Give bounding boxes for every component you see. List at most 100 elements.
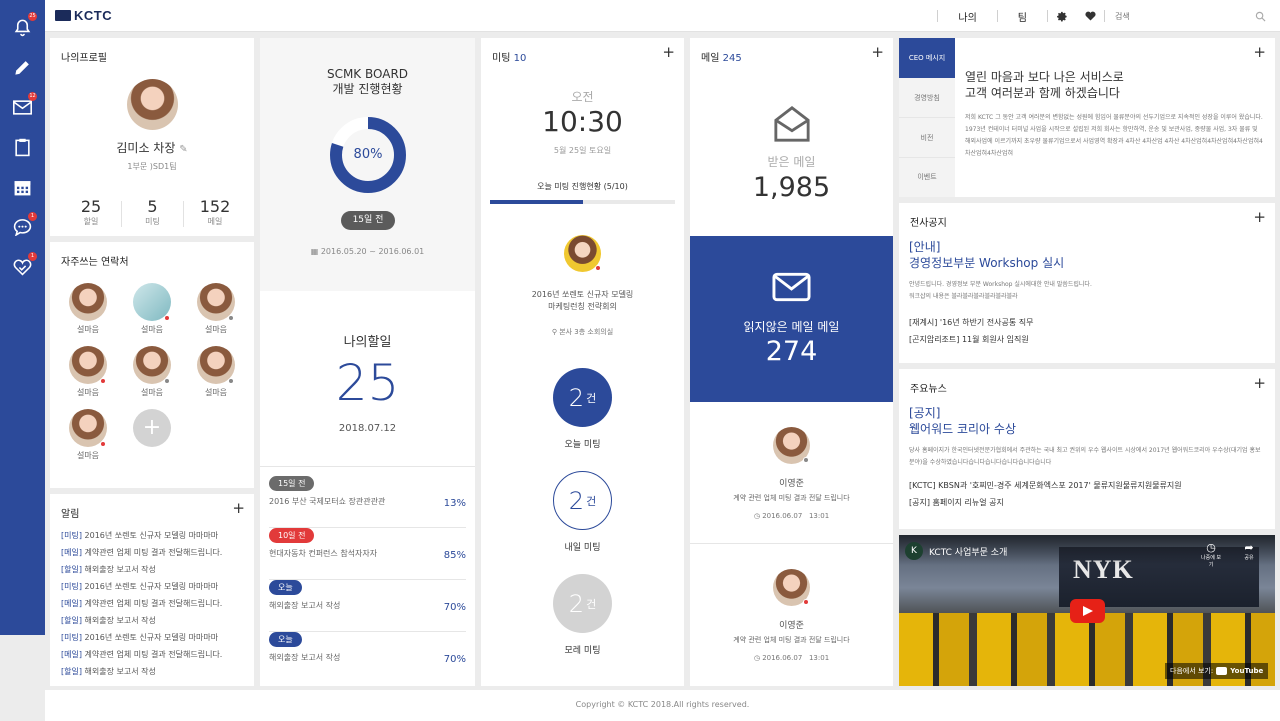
logo-text: KCTC [74, 8, 113, 23]
alerts-add-button[interactable]: + [232, 501, 245, 516]
search-icon[interactable] [1255, 7, 1266, 26]
search-input[interactable] [1115, 11, 1255, 21]
news-headline[interactable]: [공지] 웹어워드 코리아 수상 [909, 405, 1016, 437]
alert-item[interactable]: [메일] 계약관련 업체 미팅 결과 전달해드립니다. [61, 544, 247, 561]
received-mail-count[interactable]: 1,985 [690, 172, 893, 203]
channel-avatar[interactable]: K [905, 542, 923, 560]
youtube-wordmark: YouTube [1230, 667, 1264, 675]
sidebar-write[interactable] [10, 55, 34, 79]
tomorrow-meeting-count[interactable]: 2건 [553, 471, 612, 530]
sidebar-alarm[interactable]: 25 [10, 12, 37, 39]
todo-item[interactable]: 오늘 해외출장 보고서 작성 70% [269, 632, 466, 684]
add-contact-button[interactable]: + [133, 409, 171, 447]
watch-later-button[interactable]: ◷ 나중에 보기 [1199, 541, 1223, 568]
stat-meeting[interactable]: 5 미팅 [122, 197, 183, 227]
alert-item[interactable]: [메일] 계약관련 업체 미팅 결과 전달해드립니다. [61, 595, 247, 612]
video-title[interactable]: KCTC 사업부문 소개 [929, 545, 1007, 558]
todo-item-percent: 13% [443, 498, 466, 509]
sidebar-mail[interactable]: 12 [10, 92, 37, 119]
stat-mail[interactable]: 152 메일 [184, 197, 246, 227]
sidebar-favorite[interactable]: 1 [10, 252, 37, 279]
corp-notice-body-line1: 안녕드립니다. 경영정보 부분 Workshop 실시에대한 안내 말씀드립니다… [909, 281, 1092, 288]
dayafter-meeting-count[interactable]: 2건 [553, 574, 612, 633]
share-button[interactable]: ➦ 공유 [1239, 541, 1259, 561]
contact-item[interactable]: 설마음 [69, 283, 107, 335]
alert-item[interactable]: [미팅] 2016년 쏘렌토 신규자 모델링 마마마마 [61, 527, 247, 544]
alert-item[interactable]: [할일] 해외출장 보고서 작성 [61, 561, 247, 578]
contact-item[interactable]: 설마음 [69, 409, 107, 461]
stat-todo-value: 25 [80, 197, 102, 216]
alert-item[interactable]: [할일] 해외출장 보고서 작성 [61, 612, 247, 629]
settings-gear-icon[interactable] [1048, 11, 1076, 22]
unread-mail-panel[interactable]: 읽지않은 메일 메일 274 [690, 236, 893, 402]
meeting-location: 본사 3층 소회의실 [559, 328, 614, 336]
ceo-headline-line1: 열린 마음과 보다 나은 서비스로 [965, 70, 1124, 84]
mail-item[interactable]: 이영준 계약 관련 업체 미팅 결과 전달 드립니다 ◷ 2016.06.07 … [690, 544, 893, 686]
open-envelope-icon [774, 106, 810, 142]
alert-tag: [미팅] [61, 633, 82, 642]
contact-item[interactable]: 설마음 [133, 283, 171, 335]
sidebar: 25 12 1 1 [0, 0, 45, 635]
corp-notice-link[interactable]: [곤지암리조트] 11월 회원사 임직원 [909, 331, 1033, 348]
news-link[interactable]: [KCTC] KBSN과 '호찌민-경주 세계문화엑스포 2017' 물류지원물… [909, 477, 1182, 494]
kctc-logo[interactable]: KCTC [55, 8, 112, 23]
favorite-heart-icon[interactable] [1076, 11, 1104, 21]
stat-todo[interactable]: 25 할일 [60, 197, 122, 227]
youtube-play-button[interactable] [1070, 599, 1105, 623]
alert-tag: [메일] [61, 548, 82, 557]
news-body: 당사 홈페이지가 한국인터넷전문가협회에서 주관하는 국내 최고 권위의 우수 … [909, 447, 1261, 466]
watch-on-youtube[interactable]: 다음에서 보기: YouTube [1165, 663, 1269, 679]
todo-item[interactable]: 15일 전 2016 부산 국제모터쇼 장관관관관 13% [269, 476, 466, 528]
alert-tag: [할일] [61, 667, 82, 676]
alert-item[interactable]: [할일] 해외출장 보고서 작성 [61, 663, 247, 680]
contact-item[interactable]: 설마음 [197, 346, 235, 398]
sidebar-clipboard[interactable] [10, 135, 34, 159]
news-add-button[interactable]: + [1253, 376, 1266, 391]
corp-notice-headline[interactable]: [안내] 경영정보부분 Workshop 실시 [909, 239, 1064, 271]
news-headline-line1: [공지] [909, 406, 941, 420]
edit-icon[interactable]: ✎ [179, 144, 187, 155]
todo-item[interactable]: 오늘 해외출장 보고서 작성 70% [269, 580, 466, 632]
news-card: 주요뉴스 + [공지] 웹어워드 코리아 수상 당사 홈페이지가 한국인터넷전문가… [899, 369, 1275, 529]
sidebar-calendar[interactable] [10, 175, 34, 199]
corp-notice-link[interactable]: [재계시] '16년 하반기 전사공통 직무 [909, 314, 1033, 331]
todo-count[interactable]: 25 [260, 354, 475, 412]
play-icon [1083, 606, 1093, 616]
nav-team[interactable]: 팀 [998, 9, 1047, 24]
alerts-card: 알림 + [미팅] 2016년 쏘렌토 신규자 모델링 마마마마 [메일] 계약… [50, 494, 254, 686]
mail-add-button[interactable]: + [871, 45, 884, 60]
meeting-title: 미팅 10 [492, 49, 526, 64]
mail-time-row: ◷ 2016.06.07 13:01 [690, 654, 893, 662]
meeting-add-button[interactable]: + [662, 45, 675, 60]
contact-item[interactable]: 설마음 [133, 346, 171, 398]
ceo-add-button[interactable]: + [1253, 45, 1266, 60]
tab-ceo-message[interactable]: CEO 메시지 [899, 38, 955, 78]
heart-check-icon [13, 259, 31, 276]
alert-text: 2016년 쏘렌토 신규자 모델링 마마마마 [84, 582, 219, 591]
contact-item[interactable]: 설마음 [197, 283, 235, 335]
contact-name: 설마음 [140, 388, 164, 397]
news-link[interactable]: [공지] 홈페이지 리뉴얼 공지 [909, 494, 1182, 511]
tab-vision[interactable]: 비전 [899, 118, 955, 158]
nav-my[interactable]: 나의 [938, 9, 996, 24]
tab-event[interactable]: 이벤트 [899, 158, 955, 197]
sidebar-chat[interactable]: 1 [10, 212, 37, 239]
mail-sender: 이영준 [779, 621, 804, 631]
mail-title: 메일 245 [701, 49, 742, 64]
dayafter-meeting-value: 2 [568, 589, 585, 618]
alert-item[interactable]: [미팅] 2016년 쏘렌토 신규자 모델링 마마마마 [61, 629, 247, 646]
attendee-status-dot [595, 265, 601, 271]
corp-notice-add-button[interactable]: + [1253, 210, 1266, 225]
alert-item[interactable]: [메일] 계약관련 업체 미팅 결과 전달해드립니다. [61, 646, 247, 663]
contact-item[interactable]: 설마음 [69, 346, 107, 398]
corp-notice-body-line2: 워크샵의 내용은 블라블라블라블라블라블라 [909, 293, 1018, 300]
profile-avatar[interactable] [127, 79, 178, 130]
mail-time: 13:01 [808, 654, 830, 662]
today-meeting-count[interactable]: 2건 [553, 368, 612, 427]
video-card[interactable]: NYK K KCTC 사업부문 소개 ◷ 나중에 보기 ➦ 공유 다음에서 보기: Y… [899, 535, 1275, 686]
next-meeting-title[interactable]: 2016년 쏘렌토 신규자 모델링 마케팅런칭 전략회의 [481, 289, 684, 313]
todo-item[interactable]: 10일 전 현대자동차 컨퍼런스 참석자자자 85% [269, 528, 466, 580]
mail-item[interactable]: 이영준 계약 관련 업체 미팅 결과 전달 드립니다 ◷ 2016.06.07 … [690, 402, 893, 544]
tab-management-policy[interactable]: 경영방침 [899, 78, 955, 118]
alert-item[interactable]: [미팅] 2016년 쏘렌토 신규자 모델링 마마마마 [61, 578, 247, 595]
